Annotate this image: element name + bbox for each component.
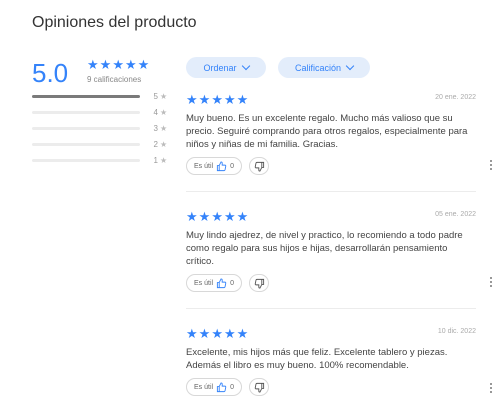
distribution-label: 5 (153, 91, 158, 101)
star-icon: ★ (137, 57, 150, 72)
star-icon: ★ (198, 326, 211, 341)
useful-button[interactable]: Es útil 0 (186, 157, 242, 175)
ratings-count: 9 calificaciones (87, 75, 142, 84)
star-icon: ★ (186, 209, 198, 224)
rating-filter-label: Calificación (294, 62, 342, 73)
star-icon: ★ (99, 57, 112, 72)
star-icon: ★ (160, 139, 168, 149)
star-icon: ★ (211, 92, 223, 107)
distribution-bar (32, 126, 140, 130)
review-stars: ★ ★ ★ ★ ★ (186, 93, 476, 106)
review-actions: Es útil 0 (186, 274, 476, 292)
useful-button[interactable]: Es útil 0 (186, 378, 242, 396)
thumbs-down-icon (254, 382, 265, 393)
useful-count: 0 (230, 279, 234, 287)
review-more-menu[interactable] (490, 160, 492, 170)
review-text: Muy lindo ajedrez, de nivel y practico, … (186, 230, 463, 267)
star-icon: ★ (198, 209, 211, 224)
filters: Ordenar Calificación (186, 57, 370, 78)
star-icon: ★ (87, 57, 99, 72)
review-item: ★ ★ ★ ★ ★ 10 dic. 2022 Excelente, mis hi… (186, 327, 476, 396)
distribution-bar (32, 110, 140, 114)
star-icon: ★ (124, 57, 137, 72)
review-date: 10 dic. 2022 (437, 328, 476, 335)
chevron-down-icon (345, 61, 355, 71)
star-icon: ★ (160, 91, 168, 101)
distribution-label: 4 (153, 107, 158, 117)
review-actions: Es útil 0 (186, 378, 476, 396)
useful-count: 0 (230, 383, 234, 391)
sort-label: Ordenar (203, 62, 237, 73)
review-stars: ★ ★ ★ ★ ★ (186, 327, 476, 340)
review-actions: Es útil 0 (186, 157, 476, 175)
distribution-bar (32, 94, 140, 98)
thumbs-up-icon (216, 381, 227, 393)
distribution-row: 1 ★ (32, 152, 170, 168)
star-icon: ★ (211, 209, 223, 224)
review-item: ★ ★ ★ ★ ★ 20 ene. 2022 Muy bueno. Es un … (186, 93, 476, 175)
star-icon: ★ (186, 92, 198, 107)
useful-label: Es útil (194, 162, 214, 170)
star-icon: ★ (160, 155, 168, 165)
not-useful-button[interactable] (249, 378, 269, 396)
star-icon: ★ (211, 326, 223, 341)
star-icon: ★ (236, 92, 249, 107)
not-useful-button[interactable] (249, 157, 269, 175)
star-icon: ★ (112, 57, 124, 72)
star-icon: ★ (186, 326, 198, 341)
summary-stars: ★ ★ ★ ★ ★ (87, 58, 149, 71)
average-score: 5.0 (32, 58, 69, 88)
star-icon: ★ (198, 92, 211, 107)
useful-label: Es útil (194, 279, 214, 287)
thumbs-up-icon (216, 160, 227, 172)
star-icon: ★ (160, 123, 168, 133)
star-icon: ★ (223, 326, 236, 341)
distribution-label: 2 (153, 139, 158, 149)
distribution-row: 3 ★ (32, 120, 170, 136)
chevron-down-icon (241, 61, 250, 71)
distribution-bar (32, 158, 140, 162)
not-useful-button[interactable] (249, 274, 269, 292)
star-icon: ★ (223, 92, 236, 107)
review-date: 05 ene. 2022 (435, 211, 476, 218)
distribution-fill (32, 94, 140, 98)
sort-dropdown[interactable]: Ordenar (186, 57, 266, 78)
distribution-row: 2 ★ (32, 136, 170, 152)
page-title: Opiniones del producto (32, 14, 197, 31)
star-icon: ★ (236, 209, 249, 224)
review-date: 20 ene. 2022 (435, 94, 476, 101)
rating-distribution: 5 ★ 4 ★ 3 ★ 2 ★ 1 ★ (32, 88, 170, 168)
distribution-label: 3 (153, 123, 158, 133)
review-more-menu[interactable] (490, 383, 492, 393)
review-item: ★ ★ ★ ★ ★ 05 ene. 2022 Muy lindo ajedrez… (186, 210, 476, 292)
distribution-label: 1 (153, 155, 158, 165)
divider (186, 308, 476, 309)
review-stars: ★ ★ ★ ★ ★ (186, 210, 476, 223)
review-text: Muy bueno. Es un excelente regalo. Mucho… (186, 113, 468, 150)
useful-label: Es útil (194, 383, 214, 391)
thumbs-up-icon (216, 277, 227, 289)
distribution-row: 5 ★ (32, 88, 170, 104)
useful-count: 0 (230, 162, 234, 170)
divider (186, 191, 476, 192)
star-icon: ★ (160, 107, 168, 117)
distribution-bar (32, 142, 140, 146)
thumbs-down-icon (254, 161, 265, 172)
star-icon: ★ (223, 209, 236, 224)
rating-filter-dropdown[interactable]: Calificación (278, 57, 370, 78)
distribution-row: 4 ★ (32, 104, 170, 120)
thumbs-down-icon (254, 278, 265, 289)
review-text: Excelente, mis hijos más que feliz. Exce… (186, 347, 448, 371)
useful-button[interactable]: Es útil 0 (186, 274, 242, 292)
review-more-menu[interactable] (490, 277, 492, 287)
star-icon: ★ (236, 326, 249, 341)
